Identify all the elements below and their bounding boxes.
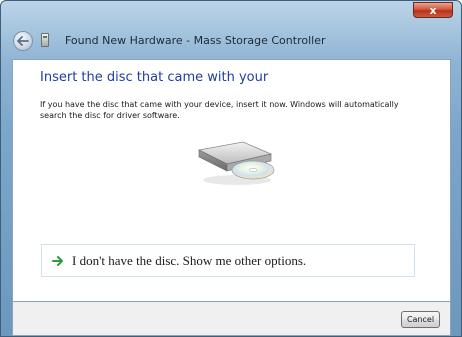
found-new-hardware-window: x Found New Hardware - Mass Storage Cont… [0,0,462,337]
window-title: Found New Hardware - Mass Storage Contro… [65,34,326,47]
hardware-device-icon [41,33,49,47]
content-panel: Insert the disc that came with your If y… [12,59,451,302]
back-arrow-icon [17,36,29,46]
back-button[interactable] [13,31,33,51]
title-bar: x Found New Hardware - Mass Storage Cont… [1,1,461,59]
disc-drive-icon [197,141,275,185]
button-bar: Cancel [12,302,451,336]
no-disc-option-label: I don't have the disc. Show me other opt… [72,252,307,268]
close-button[interactable]: x [413,2,453,18]
instruction-text: If you have the disc that came with your… [40,100,399,120]
close-icon: x [429,3,437,17]
page-heading: Insert the disc that came with your [40,70,269,85]
cancel-button[interactable]: Cancel [401,311,440,328]
green-arrow-icon [52,255,64,267]
no-disc-option-link[interactable]: I don't have the disc. Show me other opt… [41,244,415,277]
